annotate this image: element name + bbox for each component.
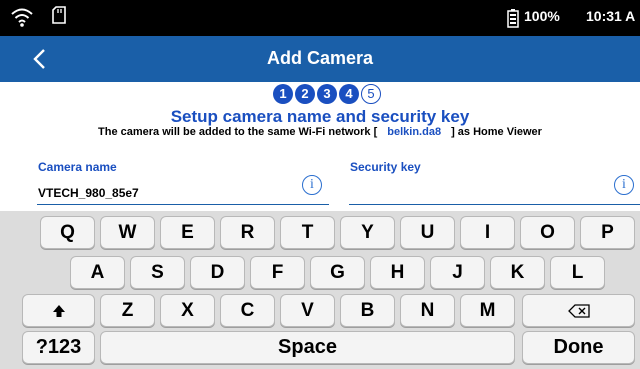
key-m[interactable]: M	[460, 294, 515, 327]
network-suffix: ] as Home Viewer	[451, 126, 542, 138]
sd-card-icon	[52, 6, 66, 24]
security-key-label: Security key	[350, 160, 421, 174]
camera-name-info-icon[interactable]: i	[302, 175, 322, 195]
camera-name-label: Camera name	[38, 160, 117, 174]
step-indicator: 1 2 3 4 5	[273, 84, 381, 106]
shift-key[interactable]	[22, 294, 95, 327]
security-key-info-icon[interactable]: i	[614, 175, 634, 195]
key-y[interactable]: Y	[340, 216, 395, 249]
key-l[interactable]: L	[550, 256, 605, 289]
network-prefix: The camera will be added to the same Wi-…	[98, 126, 378, 138]
key-g[interactable]: G	[310, 256, 365, 289]
symbols-key[interactable]: ?123	[22, 331, 95, 364]
step-2: 2	[295, 84, 315, 104]
app-header: Add Camera	[0, 36, 640, 82]
key-e[interactable]: E	[160, 216, 215, 249]
key-i[interactable]: I	[460, 216, 515, 249]
page-title: Add Camera	[266, 48, 374, 68]
key-n[interactable]: N	[400, 294, 455, 327]
key-f[interactable]: F	[250, 256, 305, 289]
wifi-icon	[11, 8, 33, 27]
on-screen-keyboard: Q W E R T Y U I O P A S D F G H J K L Z …	[0, 211, 640, 369]
key-s[interactable]: S	[130, 256, 185, 289]
network-info: The camera will be added to the same Wi-…	[0, 126, 640, 138]
key-z[interactable]: Z	[100, 294, 155, 327]
step-5-current: 5	[361, 84, 381, 104]
key-d[interactable]: D	[190, 256, 245, 289]
backspace-key[interactable]	[522, 294, 635, 327]
key-h[interactable]: H	[370, 256, 425, 289]
key-c[interactable]: C	[220, 294, 275, 327]
key-v[interactable]: V	[280, 294, 335, 327]
space-key[interactable]: Space	[100, 331, 515, 364]
camera-name-input[interactable]: VTECH_980_85e7	[38, 186, 139, 200]
setup-heading: Setup camera name and security key	[170, 107, 470, 126]
battery-icon	[507, 9, 519, 28]
key-t[interactable]: T	[280, 216, 335, 249]
backspace-icon	[567, 304, 590, 318]
done-key[interactable]: Done	[522, 331, 635, 364]
key-p[interactable]: P	[580, 216, 635, 249]
clock: 10:31 A	[586, 8, 636, 24]
key-r[interactable]: R	[220, 216, 275, 249]
step-1: 1	[273, 84, 293, 104]
key-a[interactable]: A	[70, 256, 125, 289]
key-w[interactable]: W	[100, 216, 155, 249]
key-k[interactable]: K	[490, 256, 545, 289]
security-key-underline	[349, 204, 640, 205]
shift-arrow-icon	[52, 304, 65, 317]
step-3: 3	[317, 84, 337, 104]
key-b[interactable]: B	[340, 294, 395, 327]
network-name: belkin.da8	[387, 126, 442, 138]
step-4: 4	[339, 84, 359, 104]
status-bar: 100% 10:31 A	[0, 0, 640, 36]
key-x[interactable]: X	[160, 294, 215, 327]
key-u[interactable]: U	[400, 216, 455, 249]
key-j[interactable]: J	[430, 256, 485, 289]
battery-level: 100%	[524, 8, 560, 24]
key-q[interactable]: Q	[40, 216, 95, 249]
key-o[interactable]: O	[520, 216, 575, 249]
camera-name-underline	[37, 204, 329, 205]
